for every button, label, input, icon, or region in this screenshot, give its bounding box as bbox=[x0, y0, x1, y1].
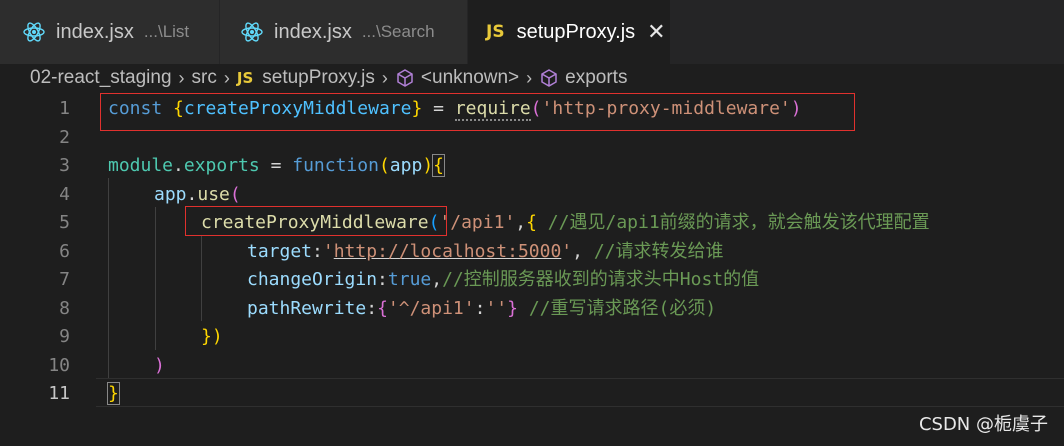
close-icon[interactable]: ✕ bbox=[647, 19, 665, 45]
string: ' bbox=[322, 240, 334, 262]
paren: ) bbox=[154, 354, 165, 376]
cube-icon bbox=[397, 69, 413, 87]
brace: }) bbox=[201, 326, 223, 347]
code-line-6: target:'http://localhost:5000', //请求转发给谁 bbox=[247, 238, 724, 267]
react-icon bbox=[23, 22, 45, 42]
identifier: app bbox=[389, 155, 423, 176]
react-icon bbox=[241, 22, 263, 42]
code-line-4: app.use( bbox=[154, 181, 241, 210]
breadcrumb-symbol-unknown[interactable]: <unknown> bbox=[421, 67, 519, 89]
brace: { bbox=[526, 212, 537, 233]
punctuation: . bbox=[186, 183, 198, 205]
paren: ( bbox=[378, 155, 390, 176]
indent-guide bbox=[201, 235, 202, 321]
tab-setupproxy[interactable]: JS setupProxy.js ✕ bbox=[468, 0, 671, 64]
punctuation: : bbox=[474, 297, 486, 319]
paren: ) bbox=[422, 155, 434, 176]
comment: //重写请求路径(必须) bbox=[517, 297, 717, 319]
watermark: CSDN @栀虞子 bbox=[918, 414, 1048, 435]
tab-filename: index.jsx bbox=[56, 20, 134, 43]
identifier: app bbox=[154, 183, 187, 205]
highlight-box-create-proxy bbox=[185, 206, 447, 236]
string: '^/api1' bbox=[387, 297, 475, 319]
punctuation: . bbox=[173, 155, 184, 176]
comment: //控制服务器收到的请求头中Host的值 bbox=[442, 269, 760, 290]
current-line-highlight bbox=[96, 378, 1064, 407]
chevron-right-icon: › bbox=[526, 67, 533, 88]
code-line-3: module.exports = function(app){ bbox=[108, 152, 445, 181]
punctuation: , bbox=[572, 240, 594, 262]
brace: { bbox=[432, 154, 445, 177]
keyword: function bbox=[292, 155, 379, 176]
code-line-11: } bbox=[107, 380, 120, 409]
breadcrumb-src[interactable]: src bbox=[192, 67, 217, 89]
js-icon: JS bbox=[486, 22, 505, 42]
punctuation: : bbox=[366, 297, 378, 319]
js-icon: JS bbox=[236, 69, 254, 87]
tab-description: ...\Search bbox=[361, 22, 435, 41]
line-number: 9 bbox=[59, 326, 70, 347]
identifier: exports bbox=[183, 155, 260, 176]
tab-index-search[interactable]: index.jsx ...\Search bbox=[220, 0, 468, 64]
line-number: 1 bbox=[59, 98, 70, 119]
highlight-box-require bbox=[100, 93, 855, 131]
line-number: 11 bbox=[48, 383, 70, 404]
code-line-8: pathRewrite:{'^/api1':''} //重写请求路径(必须) bbox=[247, 295, 716, 324]
punctuation: , bbox=[515, 212, 527, 233]
line-number: 4 bbox=[59, 183, 70, 205]
breadcrumb: 02-react_staging › src › JS setupProxy.j… bbox=[0, 64, 1064, 92]
code-line-10: ) bbox=[154, 352, 165, 381]
function-name: use bbox=[197, 183, 230, 205]
punctuation: : bbox=[377, 269, 388, 290]
line-number: 6 bbox=[59, 240, 70, 262]
string: '/api1' bbox=[439, 212, 516, 233]
chevron-right-icon: › bbox=[178, 67, 185, 88]
property: pathRewrite bbox=[247, 297, 367, 319]
tab-description: ...\List bbox=[143, 22, 190, 41]
line-number: 2 bbox=[59, 126, 70, 148]
comment: //请求转发给谁 bbox=[593, 240, 724, 262]
code-editor[interactable]: 1 2 3 4 5 6 7 8 9 10 11 const {createPro… bbox=[0, 92, 1064, 446]
property: target bbox=[247, 240, 313, 262]
tab-bar: index.jsx ...\List index.jsx ...\Search … bbox=[0, 0, 1064, 64]
indent-guide bbox=[108, 178, 109, 378]
line-number: 8 bbox=[59, 297, 70, 319]
tab-filename: index.jsx bbox=[274, 20, 352, 43]
tab-index-list[interactable]: index.jsx ...\List bbox=[0, 0, 220, 64]
identifier: module bbox=[108, 155, 174, 176]
brace: { bbox=[377, 297, 388, 319]
breadcrumb-symbol-exports[interactable]: exports bbox=[565, 67, 627, 89]
string: ' bbox=[561, 240, 573, 262]
paren: ( bbox=[229, 183, 241, 205]
line-number: 7 bbox=[59, 269, 70, 290]
punctuation: , bbox=[431, 269, 443, 290]
brace: } bbox=[507, 297, 518, 319]
boolean: true bbox=[387, 269, 432, 290]
punctuation: : bbox=[312, 240, 323, 262]
line-number: 5 bbox=[59, 212, 70, 233]
property: changeOrigin bbox=[247, 269, 378, 290]
code-line-7: changeOrigin:true,//控制服务器收到的请求头中Host的值 bbox=[247, 266, 759, 295]
comment: //遇见/api1前缀的请求，就会触发该代理配置 bbox=[536, 212, 930, 233]
url-link[interactable]: http://localhost:5000 bbox=[334, 241, 562, 262]
line-number: 10 bbox=[48, 354, 70, 376]
operator: = bbox=[259, 155, 293, 176]
brace: } bbox=[107, 382, 120, 405]
indent-guide bbox=[155, 207, 156, 350]
line-number: 3 bbox=[59, 155, 70, 176]
string: '' bbox=[485, 297, 508, 319]
breadcrumb-folder[interactable]: 02-react_staging bbox=[30, 67, 172, 89]
tab-filename: setupProxy.js bbox=[516, 20, 636, 43]
code-line-9: }) bbox=[201, 323, 223, 352]
breadcrumb-file[interactable]: setupProxy.js bbox=[262, 67, 375, 89]
chevron-right-icon: › bbox=[223, 67, 230, 88]
chevron-right-icon: › bbox=[381, 67, 388, 88]
cube-icon bbox=[541, 69, 557, 87]
